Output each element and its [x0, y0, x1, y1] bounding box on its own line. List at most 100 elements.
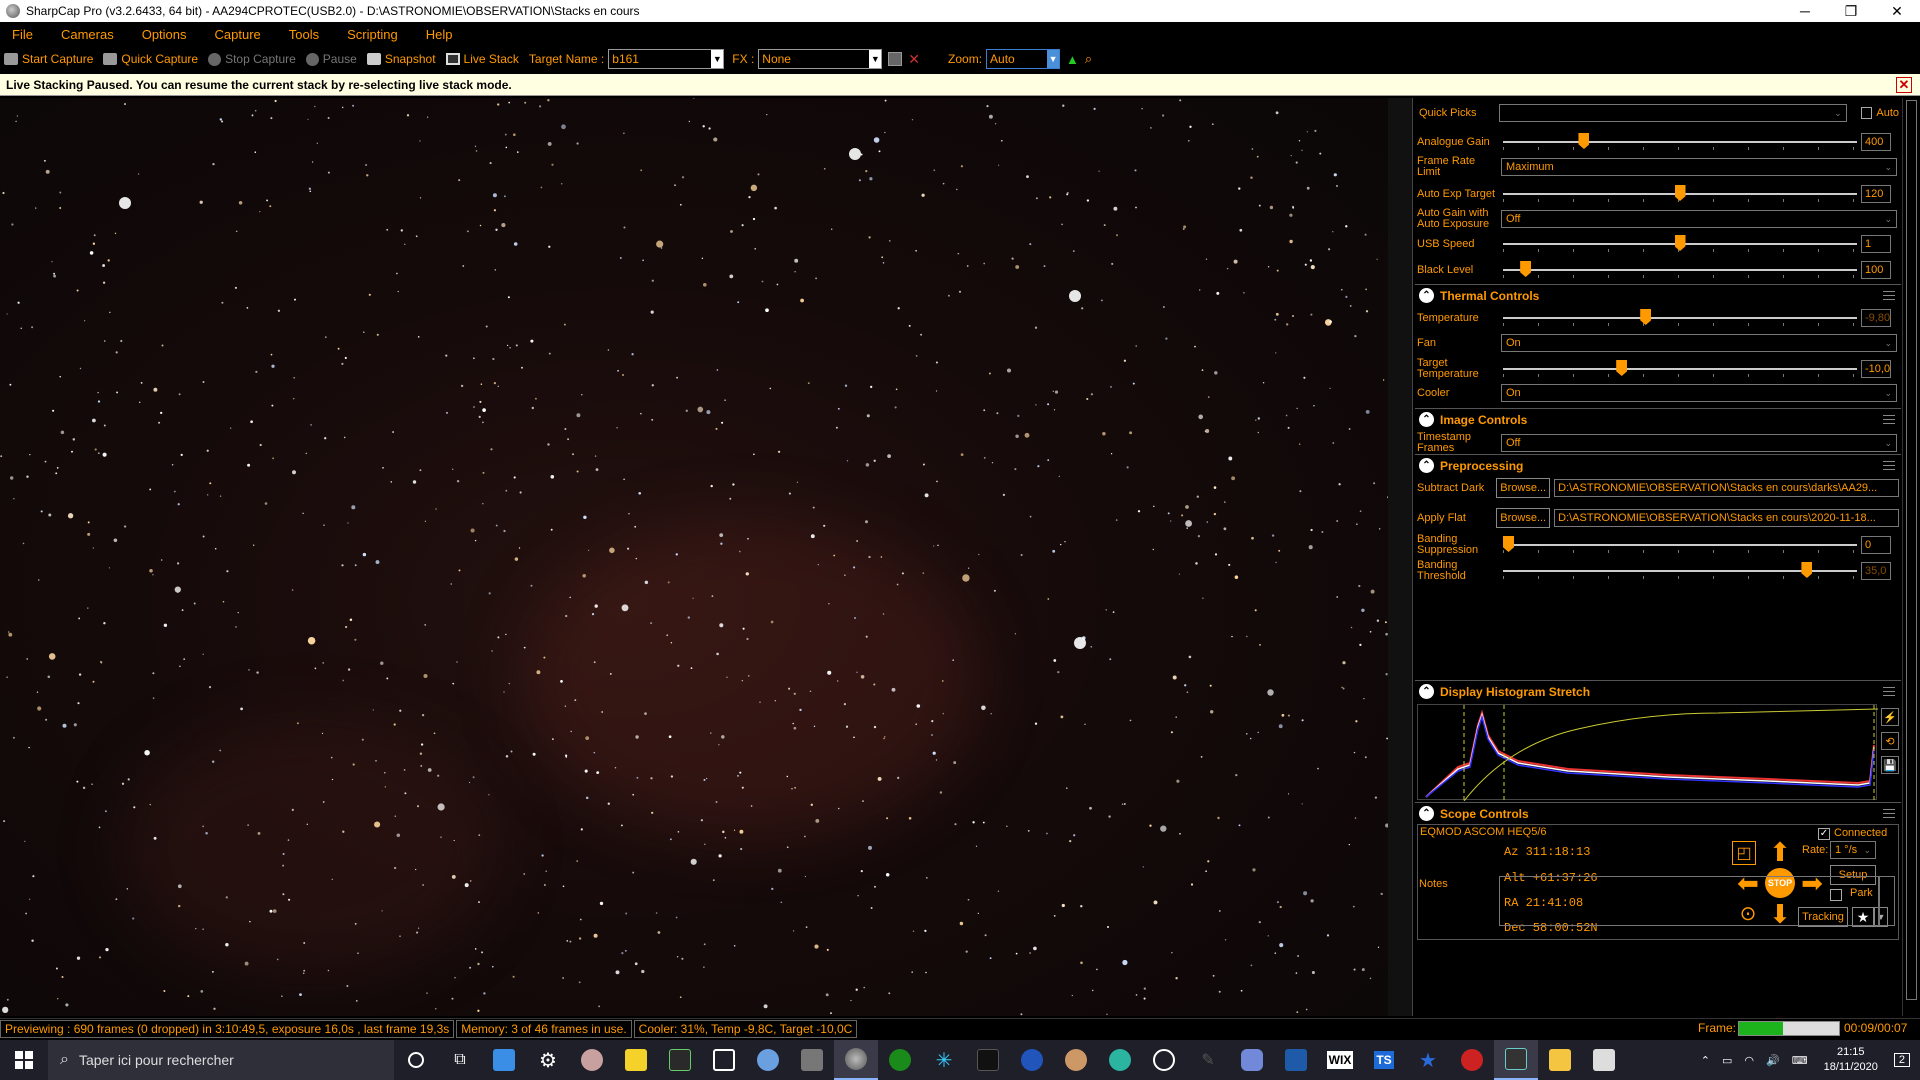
taskbar-app-terminal[interactable] — [966, 1040, 1010, 1080]
volume-icon[interactable]: 🔊 — [1766, 1054, 1780, 1067]
task-view-button[interactable]: ⧉ — [438, 1040, 482, 1080]
collapse-chevron-icon[interactable]: ⌃ — [1419, 806, 1434, 821]
fan-dropdown[interactable]: On ⌄ — [1501, 334, 1897, 352]
banding-threshold-slider[interactable] — [1503, 561, 1857, 581]
collapse-chevron-icon[interactable]: ⌃ — [1419, 412, 1434, 427]
collapse-chevron-icon[interactable]: ⌃ — [1419, 288, 1434, 303]
banding-suppression-value[interactable]: 0 — [1861, 536, 1891, 554]
keyboard-icon[interactable]: ⌨ — [1792, 1054, 1808, 1067]
close-window-button[interactable]: ✕ — [1874, 0, 1920, 22]
goto-target-icon[interactable]: ◰ — [1732, 841, 1756, 865]
taskbar-app-red[interactable] — [1450, 1040, 1494, 1080]
collapse-chevron-icon[interactable]: ⌃ — [1419, 458, 1434, 473]
menu-help[interactable]: Help — [422, 27, 457, 42]
usb-speed-value[interactable]: 1 — [1861, 235, 1891, 253]
auto-exp-target-value[interactable]: 120 — [1861, 185, 1891, 203]
menu-options[interactable]: Options — [138, 27, 191, 42]
menu-cameras[interactable]: Cameras — [57, 27, 118, 42]
start-capture-button[interactable]: Start Capture — [4, 52, 93, 66]
taskbar-app-spiral[interactable] — [1142, 1040, 1186, 1080]
image-controls-header[interactable]: ⌃ Image Controls — [1415, 408, 1901, 430]
target-name-combo[interactable]: b161 ▼ — [608, 49, 725, 69]
section-menu-icon[interactable] — [1883, 415, 1895, 424]
preprocessing-header[interactable]: ⌃ Preprocessing — [1415, 454, 1901, 476]
taskbar-app-mail[interactable] — [482, 1040, 526, 1080]
menu-file[interactable]: File — [8, 27, 37, 42]
section-menu-icon[interactable] — [1883, 809, 1895, 818]
cooler-dropdown[interactable]: On ⌄ — [1501, 384, 1897, 402]
save-stretch-icon[interactable]: 💾 — [1881, 756, 1899, 774]
thermal-controls-header[interactable]: ⌃ Thermal Controls — [1415, 284, 1901, 306]
close-notification-button[interactable]: ✕ — [1896, 77, 1912, 93]
notes-textarea[interactable] — [1499, 876, 1879, 926]
fx-settings-icon[interactable] — [888, 52, 903, 66]
scope-controls-header[interactable]: ⌃ Scope Controls — [1415, 802, 1901, 824]
collapse-chevron-icon[interactable]: ⌃ — [1419, 684, 1434, 699]
taskbar-app-discord[interactable] — [1230, 1040, 1274, 1080]
timestamp-frames-dropdown[interactable]: Off ⌄ — [1501, 434, 1897, 452]
taskbar-app-wix[interactable]: WIX — [1318, 1040, 1362, 1080]
network-icon[interactable]: ▭ — [1722, 1054, 1732, 1067]
quick-capture-button[interactable]: Quick Capture — [103, 52, 198, 66]
taskbar-app-starnet[interactable]: ✳ — [922, 1040, 966, 1080]
taskbar-app-browser[interactable] — [746, 1040, 790, 1080]
section-menu-icon[interactable] — [1883, 461, 1895, 470]
frame-rate-limit-dropdown[interactable]: Maximum ⌄ — [1501, 158, 1897, 176]
reset-stretch-icon[interactable]: ⟲ — [1881, 732, 1899, 750]
minimize-button[interactable]: ─ — [1782, 0, 1828, 22]
subtract-dark-browse-button[interactable]: Browse... — [1496, 478, 1551, 498]
fx-combo[interactable]: None ▼ — [758, 49, 883, 69]
section-menu-icon[interactable] — [1883, 687, 1895, 696]
clock[interactable]: 21:15 18/11/2020 — [1824, 1045, 1878, 1075]
auto-checkbox[interactable] — [1860, 107, 1873, 119]
taskbar-app-edge[interactable] — [1098, 1040, 1142, 1080]
taskbar-app-planetarium[interactable] — [570, 1040, 614, 1080]
panel-scrollbar[interactable] — [1902, 98, 1920, 1016]
chevron-down-icon[interactable]: ▼ — [1047, 50, 1060, 68]
zoom-combo[interactable]: Auto ▼ — [986, 49, 1061, 69]
histogram-tool-icon[interactable]: ▲ — [1066, 52, 1079, 67]
taskbar-app-sharpcap[interactable] — [834, 1040, 878, 1080]
histogram-plot[interactable] — [1417, 704, 1879, 802]
apply-flat-path-dropdown[interactable]: D:\ASTRONOMIE\OBSERVATION\Stacks en cour… — [1554, 509, 1899, 527]
cortana-button[interactable] — [394, 1040, 438, 1080]
taskbar-app-snip[interactable] — [702, 1040, 746, 1080]
taskbar-app-phd2[interactable] — [878, 1040, 922, 1080]
camera-image-view[interactable] — [0, 98, 1388, 1016]
notes-scrollbar[interactable] — [1879, 876, 1895, 926]
pause-button[interactable]: Pause — [305, 52, 357, 66]
magnifier-icon[interactable]: ⌕ — [1085, 51, 1092, 67]
taskbar-app-planets[interactable] — [1054, 1040, 1098, 1080]
start-button[interactable] — [0, 1040, 48, 1080]
taskbar-app-pen[interactable]: ✎ — [1186, 1040, 1230, 1080]
taskbar-app-video[interactable] — [1274, 1040, 1318, 1080]
stop-capture-button[interactable]: Stop Capture — [208, 52, 296, 66]
taskbar-app-explorer[interactable] — [1538, 1040, 1582, 1080]
subtract-dark-path-dropdown[interactable]: D:\ASTRONOMIE\OBSERVATION\Stacks en cour… — [1554, 479, 1899, 497]
auto-gain-dropdown[interactable]: Off ⌄ — [1501, 210, 1897, 228]
north-arrow-icon[interactable]: ⬆ — [1765, 839, 1795, 865]
connected-checkbox[interactable]: ✓ — [1818, 828, 1830, 840]
fx-clear-icon[interactable]: ✕ — [908, 51, 920, 68]
taskbar-app-ts[interactable]: TS — [1362, 1040, 1406, 1080]
taskbar-app-notepad[interactable] — [1582, 1040, 1626, 1080]
menu-capture[interactable]: Capture — [211, 27, 265, 42]
menu-tools[interactable]: Tools — [285, 27, 323, 42]
wifi-icon[interactable]: ◠ — [1744, 1054, 1754, 1067]
menu-scripting[interactable]: Scripting — [343, 27, 402, 42]
taskbar-app-settings[interactable]: ⚙ — [526, 1040, 570, 1080]
analogue-gain-value[interactable]: 400 — [1861, 133, 1891, 151]
taskbar-search-box[interactable]: ⌕ Taper ici pour rechercher — [48, 1040, 394, 1080]
chevron-up-icon[interactable]: ⌃ — [1701, 1054, 1710, 1067]
chevron-down-icon[interactable]: ▼ — [869, 50, 882, 68]
apply-flat-browse-button[interactable]: Browse... — [1496, 508, 1551, 528]
black-level-value[interactable]: 100 — [1861, 261, 1891, 279]
taskbar-app-stellarium[interactable] — [1010, 1040, 1054, 1080]
usb-speed-slider[interactable] — [1503, 234, 1857, 254]
auto-stretch-icon[interactable]: ⚡ — [1881, 708, 1899, 726]
taskbar-app-calculator[interactable] — [1494, 1040, 1538, 1080]
temperature-slider[interactable] — [1503, 308, 1857, 328]
chevron-down-icon[interactable]: ▼ — [711, 50, 724, 68]
panel-scroll-thumb[interactable] — [1906, 100, 1917, 1000]
quick-picks-dropdown[interactable]: ⌄ — [1499, 104, 1847, 122]
